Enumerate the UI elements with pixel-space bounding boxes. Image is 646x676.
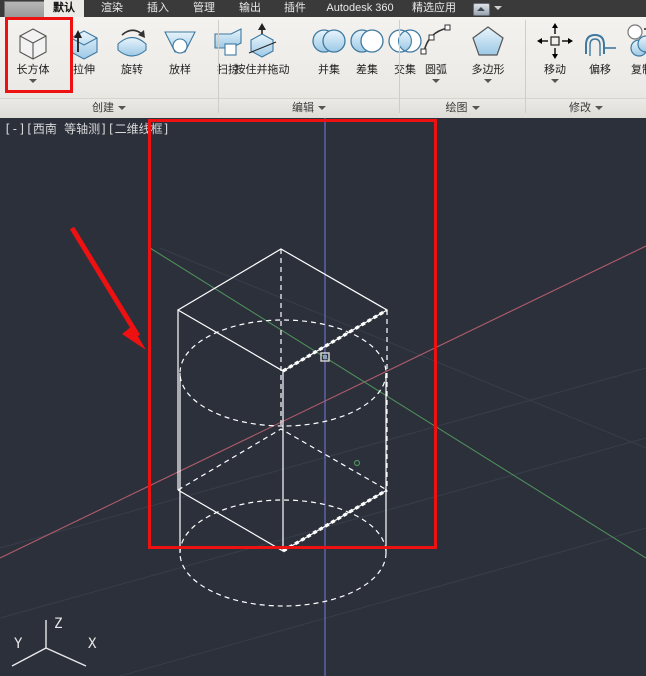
box-top-face	[176, 248, 389, 372]
ucs-label-x: X	[88, 636, 97, 652]
polygon-icon	[469, 22, 507, 60]
panel-title-text: 创建	[92, 102, 114, 114]
ucs-label-z: Z	[54, 616, 63, 632]
ribbon-panel-create: 长方体 拉伸 旋转 放样 扫掠 创建	[0, 17, 242, 118]
drawing-canvas[interactable]: .wf { stroke:#ffffff; stroke-width:1.2; …	[0, 118, 646, 676]
chevron-down-icon[interactable]	[494, 6, 502, 10]
chevron-down-icon[interactable]	[471, 106, 480, 111]
ribbon: 默认 渲染 插入 管理 输出 插件 Autodesk 360 精选应用 长方体 拉伸 旋转 放样 扫掠…	[0, 0, 646, 119]
chevron-down-icon[interactable]	[118, 106, 126, 111]
ribbon-button-copy[interactable]: 复制	[618, 20, 646, 96]
ribbon-button-presspull[interactable]: 按住并拖动	[229, 20, 295, 96]
red-arrow	[69, 226, 146, 350]
ribbon-button-label: 多边形	[471, 64, 505, 76]
ribbon-button-label: 按住并拖动	[234, 64, 290, 76]
revolve-icon	[113, 22, 151, 60]
chevron-down-icon[interactable]	[484, 79, 492, 83]
panel-title-text: 编辑	[292, 102, 314, 114]
extrude-icon	[65, 22, 103, 60]
move-icon	[536, 22, 574, 60]
panel-title-create[interactable]: 创建	[0, 100, 218, 116]
ribbon-button-revolve[interactable]: 旋转	[108, 20, 156, 96]
ribbon-tab-5[interactable]: 插件	[277, 0, 313, 17]
ribbon-button-extrude[interactable]: 拉伸	[60, 20, 108, 96]
panel-titlebar: 绘图	[400, 98, 525, 118]
chevron-down-icon[interactable]	[318, 106, 326, 111]
ribbon-button-move[interactable]: 移动	[531, 20, 579, 96]
ribbon-panel-draw: 圆弧 多边形绘图	[400, 17, 525, 118]
ribbon-panel-edit: 按住并拖动 并集 差集 交集 编辑	[219, 17, 422, 118]
y-axis-line	[149, 247, 646, 559]
cloud-icon[interactable]	[473, 3, 490, 16]
ribbon-tabbar: 默认 渲染 插入 管理 输出 插件 Autodesk 360 精选应用	[0, 0, 646, 18]
loft-icon	[161, 22, 199, 60]
panel-title-text: 修改	[569, 102, 591, 114]
ribbon-tab-1[interactable]: 渲染	[94, 0, 130, 17]
background-streaks	[0, 247, 646, 676]
ucs-icon: Z Y X	[6, 616, 106, 674]
ribbon-tab-4[interactable]: 输出	[232, 0, 268, 17]
ribbon-button-label: 长方体	[16, 64, 50, 76]
origin-grip-core	[323, 355, 327, 359]
panel-title-text: 绘图	[445, 102, 468, 114]
chevron-down-icon[interactable]	[29, 79, 37, 83]
ribbon-button-arc[interactable]: 圆弧	[412, 20, 460, 96]
drawing-svg: .wf { stroke:#ffffff; stroke-width:1.2; …	[0, 118, 646, 676]
panel-titlebar: 编辑	[219, 98, 399, 118]
panel-title-modify[interactable]: 修改	[526, 100, 646, 116]
ribbon-button-box[interactable]: 长方体	[9, 20, 57, 96]
panel-titlebar: 创建	[0, 98, 218, 118]
panel-title-edit[interactable]: 编辑	[219, 100, 399, 116]
ribbon-button-polygon[interactable]: 多边形	[464, 20, 512, 96]
ribbon-panels: 长方体拉伸旋转放样扫掠创建按住并拖动并集差集交集编辑圆弧 多边形绘图 移动偏移复制修…	[0, 17, 646, 119]
ribbon-tab-6[interactable]: Autodesk 360	[318, 0, 402, 17]
ribbon-panel-modify: 移动偏移复制修改	[526, 17, 646, 118]
x-axis-line	[0, 245, 646, 559]
chevron-down-icon[interactable]	[432, 79, 440, 83]
copy-icon	[623, 22, 646, 60]
chevron-down-icon[interactable]	[551, 79, 559, 83]
chevron-down-icon[interactable]	[595, 106, 603, 111]
ribbon-button-offset[interactable]: 偏移	[576, 20, 624, 96]
offset-icon	[581, 22, 619, 60]
ribbon-tab-0[interactable]: 默认	[44, 0, 84, 17]
ribbon-button-label: 圆弧	[425, 64, 447, 76]
ribbon-tab-2[interactable]: 插入	[140, 0, 176, 17]
viewport-label[interactable]: [-][西南 等轴测][二维线框]	[4, 120, 170, 137]
panel-title-draw[interactable]: 绘图	[400, 100, 525, 116]
ribbon-tab-7[interactable]: 精选应用	[408, 0, 460, 17]
ucs-label-y: Y	[14, 636, 23, 652]
snap-marker	[353, 459, 361, 467]
ribbon-button-label: 复制	[631, 64, 646, 76]
arc-icon	[417, 22, 455, 60]
ribbon-button-loft[interactable]: 放样	[156, 20, 204, 96]
ribbon-tab-3[interactable]: 管理	[186, 0, 222, 17]
box-icon	[14, 22, 52, 60]
panel-titlebar: 修改	[526, 98, 646, 118]
presspull-icon	[243, 22, 281, 60]
